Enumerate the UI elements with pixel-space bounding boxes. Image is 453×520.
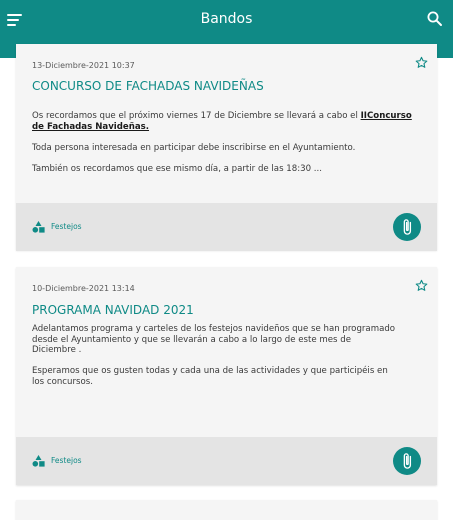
post-body-text: Esperamos que os gusten todas y cada una… bbox=[32, 366, 388, 387]
attachment-button[interactable] bbox=[393, 213, 421, 241]
attachment-button[interactable] bbox=[393, 447, 421, 475]
category-label: Festejos bbox=[51, 222, 82, 231]
post-body-text: Adelantamos programa y carteles de los f… bbox=[32, 324, 396, 355]
post-footer: Festejos bbox=[16, 437, 437, 485]
star-outline-icon[interactable] bbox=[415, 54, 428, 68]
search-icon[interactable] bbox=[426, 10, 444, 28]
post-card[interactable] bbox=[16, 500, 437, 520]
post-body-text: Toda persona interesada en participar de… bbox=[32, 142, 356, 153]
post-body: Adelantamos programa y carteles de los f… bbox=[32, 324, 397, 387]
shapes-icon bbox=[32, 455, 45, 467]
post-body-text: Os recordamos que el próximo viernes 17 … bbox=[32, 111, 361, 121]
post-title[interactable]: PROGRAMA NAVIDAD 2021 bbox=[32, 303, 407, 318]
star-outline-icon[interactable] bbox=[415, 277, 428, 291]
post-body: Os recordamos que el próximo viernes 17 … bbox=[32, 111, 421, 174]
post-date: 10-Diciembre-2021 13:14 bbox=[32, 284, 135, 293]
post-title[interactable]: CONCURSO DE FACHADAS NAVIDEÑAS bbox=[32, 79, 407, 94]
post-card[interactable]: 10-Diciembre-2021 13:14 PROGRAMA NAVIDAD… bbox=[16, 267, 437, 485]
post-footer: Festejos bbox=[16, 203, 437, 251]
post-body-text: También os recordamos que ese mismo día,… bbox=[32, 163, 322, 174]
paperclip-icon bbox=[403, 219, 412, 235]
post-date: 13-Diciembre-2021 10:37 bbox=[32, 61, 135, 70]
paperclip-icon bbox=[403, 453, 412, 469]
page-title: Bandos bbox=[200, 11, 253, 27]
shapes-icon bbox=[32, 221, 45, 233]
post-card[interactable]: 13-Diciembre-2021 10:37 CONCURSO DE FACH… bbox=[16, 44, 437, 251]
category-label: Festejos bbox=[51, 456, 82, 465]
